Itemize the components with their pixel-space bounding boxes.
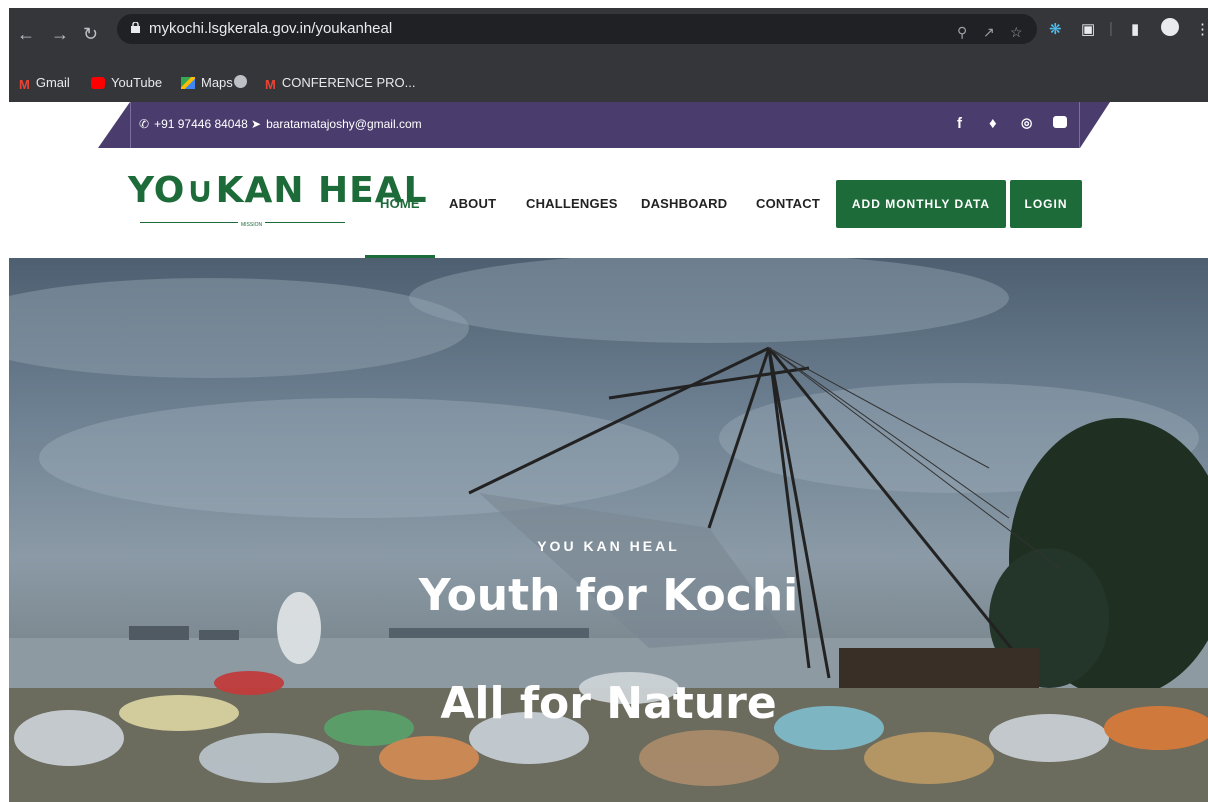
lock-icon bbox=[131, 22, 140, 33]
phone-contact[interactable]: ✆ +91 97446 84048 bbox=[139, 117, 248, 131]
back-icon[interactable]: ← bbox=[17, 24, 35, 44]
url-text: mykochi.lsgkerala.gov.in/youkanheal bbox=[149, 20, 393, 37]
reload-icon[interactable]: ↻ bbox=[83, 24, 98, 44]
email-contact[interactable]: ➤ baratamatajoshy@gmail.com bbox=[251, 117, 422, 131]
browser-toolbar: ← → ↻ mykochi.lsgkerala.gov.in/youkanhea… bbox=[9, 8, 1208, 64]
logo-subtitle: MISSION bbox=[238, 222, 266, 228]
zoom-icon[interactable]: ⚲ bbox=[957, 24, 967, 41]
bookmark-star-icon[interactable]: ☆ bbox=[1010, 24, 1023, 41]
send-icon: ➤ bbox=[251, 117, 262, 131]
separator: | bbox=[1109, 20, 1113, 37]
nav-home[interactable]: HOME bbox=[380, 196, 420, 211]
browser-chrome: ← → ↻ mykochi.lsgkerala.gov.in/youkanhea… bbox=[9, 8, 1208, 102]
bookmark-conference[interactable]: M CONFERENCE PRO... bbox=[265, 75, 415, 92]
twitter-icon[interactable]: ♦ bbox=[989, 115, 997, 132]
youtube-icon bbox=[91, 76, 105, 89]
nav-challenges[interactable]: CHALLENGES bbox=[526, 196, 618, 211]
hero-title-line1: Youth for Kochi bbox=[418, 570, 799, 621]
top-info-bar-content: ✆ +91 97446 84048 ➤ baratamatajoshy@gmai… bbox=[130, 102, 1080, 148]
address-bar[interactable]: mykochi.lsgkerala.gov.in/youkanheal ⚲ ↗ … bbox=[117, 14, 1037, 44]
bookmark-youtube[interactable]: YouTube bbox=[91, 75, 162, 90]
bookmark-globe[interactable] bbox=[234, 75, 247, 88]
gmail-icon: M bbox=[265, 76, 276, 92]
extension-icon[interactable]: ❋ bbox=[1049, 20, 1062, 38]
instagram-icon[interactable]: ◎ bbox=[1021, 115, 1032, 131]
site-header: YO∪KAN HEAL MISSION HOME ABOUT CHALLENGE… bbox=[0, 148, 1208, 258]
profile-avatar[interactable] bbox=[1161, 18, 1179, 36]
bookmark-gmail[interactable]: M Gmail bbox=[19, 75, 70, 92]
hero-banner: YOU KAN HEAL Youth for Kochi All for Nat… bbox=[9, 258, 1208, 802]
youtube-icon[interactable] bbox=[1053, 116, 1067, 128]
maps-icon bbox=[181, 76, 195, 89]
globe-icon bbox=[234, 75, 247, 88]
bookmarks-bar: M Gmail YouTube Maps M CONFERENCE PRO... bbox=[9, 64, 1208, 102]
facebook-icon[interactable]: f bbox=[957, 115, 962, 132]
nav-dashboard[interactable]: DASHBOARD bbox=[641, 196, 727, 211]
nav-about[interactable]: ABOUT bbox=[449, 196, 496, 211]
bookmark-maps[interactable]: Maps bbox=[181, 75, 233, 90]
hero-kicker: YOU KAN HEAL bbox=[537, 538, 680, 554]
extensions-puzzle-icon[interactable]: ▣ bbox=[1081, 20, 1095, 38]
forward-icon[interactable]: → bbox=[51, 24, 69, 44]
hero-title-line2: All for Nature bbox=[440, 678, 777, 729]
nav-contact[interactable]: CONTACT bbox=[756, 196, 820, 211]
menu-icon[interactable]: ⋮ bbox=[1195, 20, 1208, 38]
gmail-icon: M bbox=[19, 76, 30, 92]
add-monthly-data-button[interactable]: ADD MONTHLY DATA bbox=[836, 180, 1006, 228]
side-panel-icon[interactable]: ▮ bbox=[1131, 20, 1139, 38]
phone-icon: ✆ bbox=[139, 117, 150, 131]
share-icon[interactable]: ↗ bbox=[983, 24, 995, 41]
login-button[interactable]: LOGIN bbox=[1010, 180, 1082, 228]
